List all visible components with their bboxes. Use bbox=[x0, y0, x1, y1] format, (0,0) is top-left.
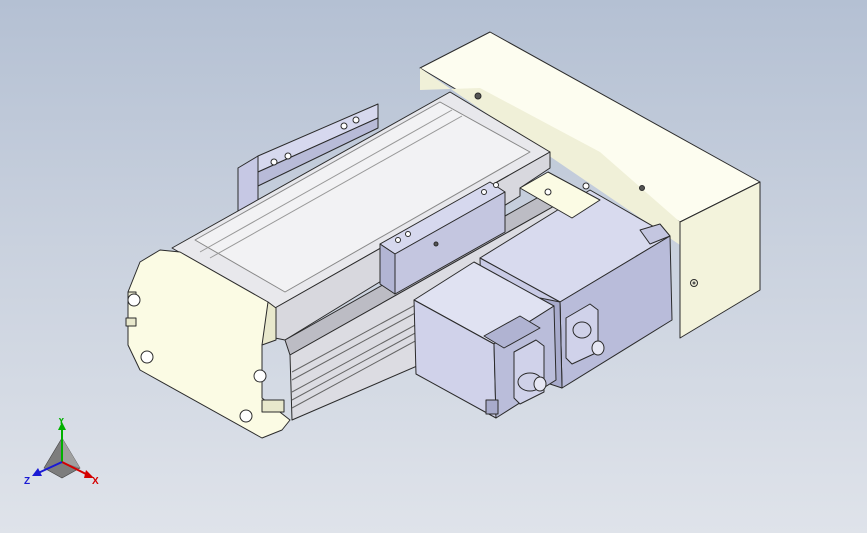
mount-hole bbox=[639, 185, 645, 191]
mount-hole bbox=[474, 92, 482, 100]
z-axis-label: Z bbox=[24, 476, 30, 487]
y-axis-label: Y bbox=[58, 418, 65, 427]
x-axis-label: X bbox=[92, 476, 99, 487]
reference-triad: Y X Z bbox=[22, 416, 112, 493]
graphics-viewport[interactable]: Y X Z bbox=[0, 0, 867, 533]
cad-model-linear-actuator[interactable] bbox=[0, 0, 867, 533]
connector-knob[interactable] bbox=[572, 321, 592, 339]
